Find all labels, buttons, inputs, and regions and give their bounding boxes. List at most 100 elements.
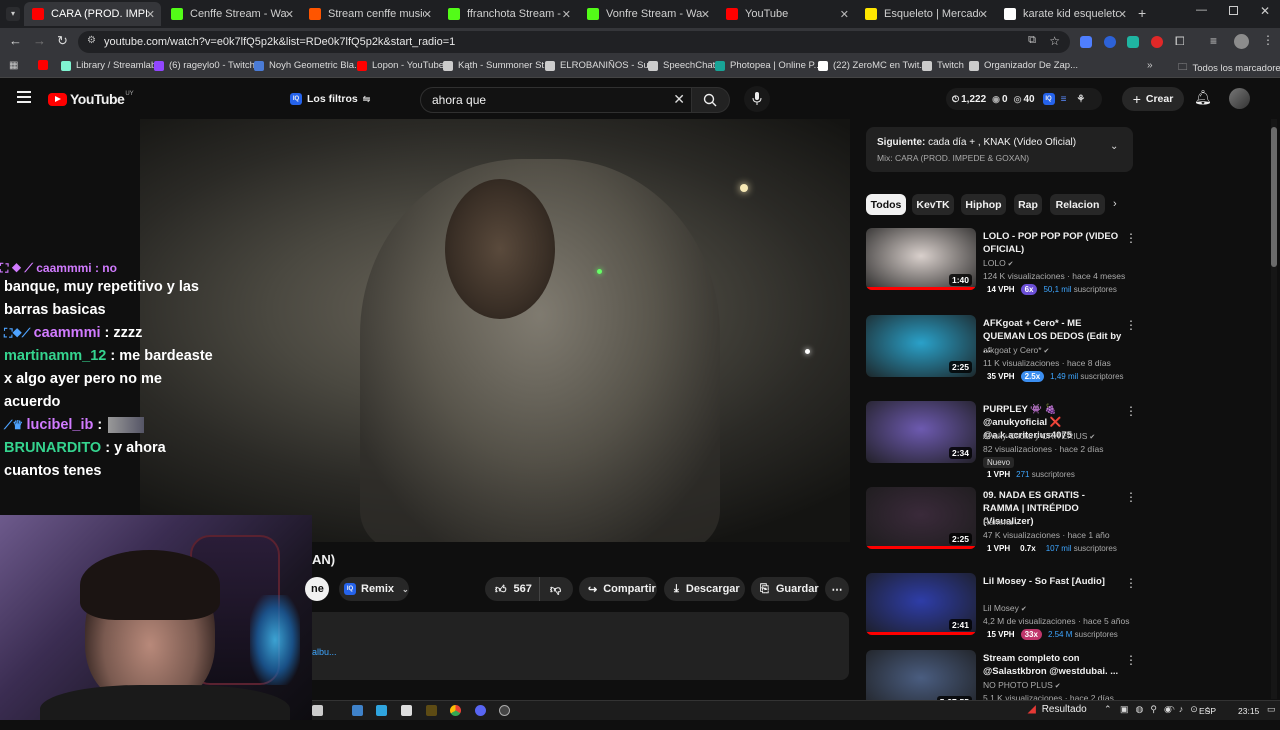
search-button[interactable] [692,87,730,113]
bookmark-item[interactable]: (6) rageylo0 - Twitch [154,60,255,71]
video-menu-icon[interactable]: ⋮ [1125,653,1137,667]
back-icon[interactable]: ← [9,33,22,48]
bookmark-item[interactable] [38,60,53,70]
video-thumbnail[interactable]: 2:34 [866,401,976,463]
filter-chip[interactable]: Rap [1014,194,1042,215]
extension-icon-1[interactable] [1080,36,1092,48]
remix-button[interactable]: IQ Remix ⌄ [339,577,409,601]
chips-next-arrow-icon[interactable]: › [1113,198,1117,210]
extensions-puzzle-icon[interactable]: ⧠ [1175,34,1185,49]
video-menu-icon[interactable]: ⋮ [1125,231,1137,245]
tray-chevron-icon[interactable]: ⌃ [1104,704,1112,715]
video-thumbnail[interactable]: 2:25 [866,315,976,377]
filter-chip[interactable]: Relacion [1050,194,1105,215]
channel-name-row[interactable]: Lil Mosey ✔ [983,603,1027,613]
more-actions-button[interactable]: ⋯ [825,577,849,601]
all-bookmarks[interactable]: 🗀 Todos los marcadores [1178,60,1280,76]
bookmark-item[interactable]: Photopea | Online P... [715,60,822,71]
browser-tab[interactable]: Cenffe Stream - Watch Li✕ [163,2,300,26]
recommended-video[interactable]: 2:25 09. NADA ES GRATIS - RAMMA | INTRÉPI… [866,487,1137,567]
reload-icon[interactable]: ↻ [57,33,68,49]
close-tab-icon[interactable]: ✕ [1118,8,1127,21]
clock[interactable]: 23:15 [1238,706,1259,716]
recommended-video[interactable]: 2:34 PURPLEY 👾 🍇 @anukyoficial ❌ @a.k.acr… [866,401,1137,481]
search-input[interactable]: ahora que ✕ [420,87,692,113]
more-bookmarks-icon[interactable]: » [1147,60,1153,71]
filter-chip[interactable]: Hiphop [961,194,1006,215]
site-info-icon[interactable]: ⚙ [87,35,96,46]
browser-tab[interactable]: karate kid esqueleto - Bus✕ [996,2,1133,26]
notifications-bell-icon[interactable]: 🔔︎ [1194,89,1212,106]
taskbar-chrome-icon[interactable] [450,705,461,716]
bookmark-item[interactable]: Kąth - Summoner St... [443,60,552,71]
extension-icon-2[interactable] [1104,36,1116,48]
close-tab-icon[interactable]: ✕ [840,8,849,21]
create-button[interactable]: + Crear [1122,87,1184,111]
taskbar-app-icon-3[interactable] [376,705,387,716]
bookmark-item[interactable]: (22) ZeroMC en Twit... [818,60,927,71]
share-button[interactable]: ↪ Compartir [579,577,657,601]
taskbar-app-icon-4[interactable] [401,705,412,716]
extension-icon-3[interactable] [1127,36,1139,48]
browser-tab[interactable]: CARA (PROD. IMPEDE✕ [24,2,161,26]
forward-icon[interactable]: → [33,33,46,48]
channel-name-row[interactable]: NO PHOTO PLUS ✔ [983,680,1061,690]
recommended-video[interactable]: 1:40 LOLO - POP POP POP (VIDEO OFICIAL) ⋮ L… [866,228,1137,308]
subscribe-button-fragment[interactable]: ne [305,577,329,601]
youtube-logo[interactable]: YouTube UY [48,91,134,107]
browser-tab[interactable]: Stream cenffe music | List✕ [301,2,438,26]
language-indicator[interactable]: ESP [1199,706,1216,716]
close-tab-icon[interactable]: ✕ [146,8,155,21]
close-tab-icon[interactable]: ✕ [562,8,571,21]
video-title[interactable]: Stream completo con @Salastkbron @westdu… [983,652,1123,678]
video-menu-icon[interactable]: ⋮ [1125,576,1137,590]
bookmark-item[interactable]: Organizador De Zap... [969,60,1078,71]
voice-search-button[interactable] [744,86,770,112]
filter-chip[interactable]: Todos [866,194,906,215]
video-thumbnail[interactable]: 2:41 [866,573,976,635]
restore-icon[interactable] [1229,6,1238,15]
filters-button[interactable]: IQ Los filtros ⇋ [284,88,376,110]
like-button[interactable]: 👍︎ 567 [485,577,539,601]
taskbar-app-icon-5[interactable] [426,705,437,716]
video-menu-icon[interactable]: ⋮ [1125,404,1137,418]
address-bar[interactable]: ⚙ youtube.com/watch?v=e0k7lfQ5p2k&list=R… [78,31,1070,53]
menu-icon[interactable]: ⋮ [1262,33,1274,47]
download-button[interactable]: ⤓ Descargar [664,577,745,601]
close-window-icon[interactable]: ✕ [1260,4,1270,18]
bookmark-item[interactable]: Twitch [922,60,964,71]
browser-tab[interactable]: Vonfre Stream - Watc ✕ [579,2,716,26]
install-icon[interactable]: ⧉ [1028,34,1036,47]
sidebar-scrollbar[interactable] [1271,119,1277,699]
recommended-video[interactable]: 2:41 Lil Mosey - So Fast [Audio] ⋮ Lil Mose… [866,573,1137,653]
hamburger-menu-icon[interactable] [17,91,31,103]
bookmark-item[interactable]: SpeechChat [648,60,715,71]
channel-name-row[interactable]: afkgoat y Cero* ✔ [983,345,1049,355]
dislike-button[interactable]: 👎︎ [539,577,573,601]
close-tab-icon[interactable]: ✕ [423,8,432,21]
taskbar-app-icon-7[interactable] [475,705,486,716]
video-menu-icon[interactable]: ⋮ [1125,318,1137,332]
taskbar-app-icon-2[interactable] [352,705,363,716]
clear-search-icon[interactable]: ✕ [673,91,685,108]
bookmark-item[interactable]: ELROBANIÑOS - Su... [545,60,657,71]
bookmark-star-icon[interactable]: ☆ [1049,34,1060,48]
channel-name-row[interactable]: Anuky Oficial y CRITERIUS ✔ [983,431,1095,441]
close-tab-icon[interactable]: ✕ [979,8,988,21]
taskbar-app-icon-1[interactable] [312,705,323,716]
apps-grid-icon[interactable]: ▦ [9,60,18,71]
bookmark-item[interactable]: Noyh Geometric Bla... [254,60,362,71]
video-title[interactable]: Lil Mosey - So Fast [Audio] [983,575,1123,588]
profile-avatar[interactable] [1234,34,1249,49]
new-tab-button[interactable]: + [1138,5,1146,21]
account-avatar[interactable] [1229,88,1250,109]
video-title[interactable]: LOLO - POP POP POP (VIDEO OFICIAL) [983,230,1123,256]
scrollbar-thumb[interactable] [1271,127,1277,267]
browser-tab[interactable]: YouTube ✕ [718,2,855,26]
filter-chip[interactable]: KevTK [912,194,954,215]
video-thumbnail[interactable]: 1:40 [866,228,976,290]
recommended-video[interactable]: 2:25 AFKgoat + Cero* - ME QUEMAN LOS DEDO… [866,315,1137,395]
close-tab-icon[interactable]: ✕ [701,8,710,21]
taskbar-app-icon-8[interactable] [499,705,510,716]
bookmark-item[interactable]: Lopon - YouTube [357,60,444,71]
